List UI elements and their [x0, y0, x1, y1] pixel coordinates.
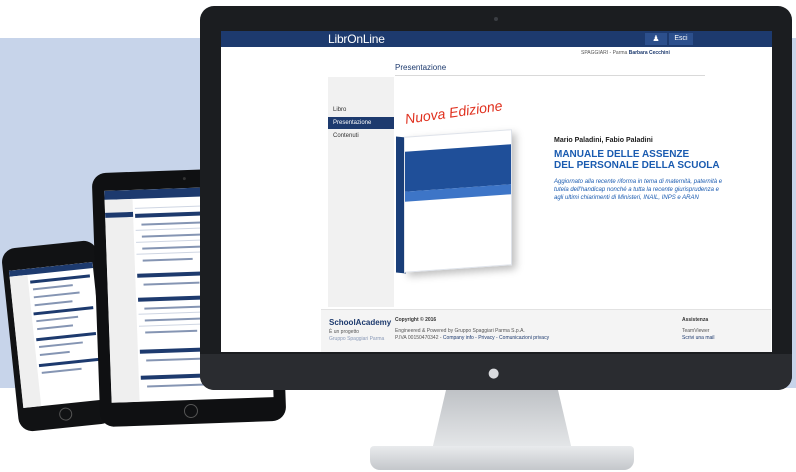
imac-camera: [494, 17, 498, 21]
iphone-list-item: [38, 341, 83, 349]
book-title-line1: MANUALE DELLE ASSENZE: [554, 149, 690, 160]
iphone-list-item: [41, 367, 82, 374]
user-icon: ♟: [652, 34, 660, 43]
footer-mail-link[interactable]: Scrivi una mail: [682, 335, 715, 341]
iphone-list-item: [34, 300, 73, 307]
ipad-list-item: [142, 257, 193, 262]
imac-screen: LibrOnLine ♟ Esci SPAGGIARI - Parma Barb…: [221, 31, 772, 352]
sidebar-item-contenuti[interactable]: Contenuti: [328, 130, 394, 142]
footer-links[interactable]: Company info - Privacy - Comunicazioni p…: [443, 335, 549, 341]
book-title-line2: DEL PERSONALE DELLA SCUOLA: [554, 160, 720, 171]
footer-project-label: È un progetto: [329, 329, 360, 335]
iphone-home-button: [58, 406, 73, 422]
user-button[interactable]: ♟: [645, 33, 667, 45]
book-authors: Mario Paladini, Fabio Paladini: [554, 137, 653, 144]
exit-button[interactable]: Esci: [669, 33, 693, 45]
book-title: MANUALE DELLE ASSENZE DEL PERSONALE DELL…: [554, 149, 754, 171]
iphone-list-header: [36, 332, 97, 342]
iphone-site-sidebar: [9, 274, 42, 409]
iphone-list-item: [32, 284, 73, 291]
ipad-site-sidebar: [104, 198, 140, 403]
iphone-list-header: [33, 306, 94, 316]
page-title: Presentazione: [395, 63, 447, 72]
user-school: SPAGGIARI - Parma: [581, 50, 628, 56]
imac-stand-base: [370, 446, 634, 470]
iphone-list-item: [33, 291, 80, 299]
book-cover-image: [404, 129, 512, 273]
iphone-list-header: [38, 357, 99, 368]
sidebar-item-libro[interactable]: Libro: [328, 104, 394, 116]
sidebar: Libro Presentazione Contenuti: [328, 77, 394, 307]
page-title-rule: [395, 75, 705, 76]
ipad-list-item: [145, 329, 198, 334]
iphone-list-item: [37, 324, 74, 331]
iphone-screen: [8, 261, 107, 409]
footer-copyright: Copyright © 2016: [395, 317, 437, 323]
ipad-camera: [182, 177, 186, 181]
ipad-list-item: [147, 383, 206, 388]
footer-group-label: Gruppo Spaggiari Parma: [329, 336, 385, 342]
iphone-list-header: [30, 274, 91, 284]
footer-vat-line: P.IVA 00150470342 - Company info - Priva…: [395, 335, 549, 341]
user-name: Barbara Cecchini: [628, 50, 670, 56]
footer-help-title: Assistenza: [682, 317, 709, 323]
sidebar-item-presentazione[interactable]: Presentazione: [328, 117, 394, 129]
ipad-list-item: [146, 357, 207, 362]
ipad-home-button: [183, 403, 199, 419]
ipad-sidebar-active-item: [105, 211, 134, 218]
apple-logo-icon: ●: [488, 366, 500, 381]
ipad-list-item: [141, 233, 206, 238]
imac-chin: ●: [200, 354, 792, 390]
imac-device: LibrOnLine ♟ Esci SPAGGIARI - Parma Barb…: [200, 6, 792, 390]
iphone-list-item: [36, 315, 79, 323]
site-logo[interactable]: LibrOnLine: [328, 32, 385, 46]
footer-brand-logo: SchoolAcademy: [329, 318, 392, 327]
ipad-list-item: [143, 281, 200, 286]
user-info: SPAGGIARI - Parma Barbara Cecchini: [581, 50, 670, 56]
footer-teamviewer-link[interactable]: TeamViewer: [682, 328, 709, 334]
iphone-list-item: [39, 350, 70, 356]
book-description: Aggiornato alla recente riforma in tema …: [554, 179, 723, 201]
footer-vat: P.IVA 00150470342 -: [395, 335, 442, 341]
imac-stand: [432, 390, 572, 450]
site-footer: SchoolAcademy È un progetto Gruppo Spagg…: [321, 309, 771, 352]
footer-engineered: Engineered & Powered by Gruppo Spaggiari…: [395, 328, 525, 334]
new-edition-caption: Nuova Edizione: [404, 97, 504, 127]
